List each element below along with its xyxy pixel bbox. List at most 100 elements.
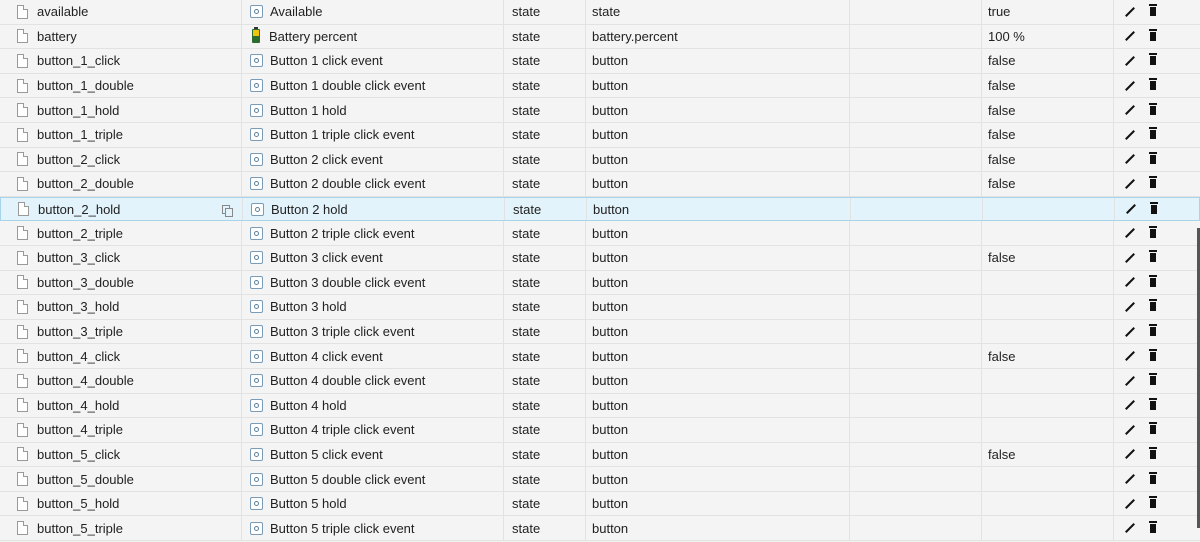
object-value-cell[interactable]: false: [982, 98, 1114, 122]
table-row[interactable]: battery Battery percent state battery.pe…: [0, 24, 1200, 50]
trash-icon[interactable]: [1149, 151, 1157, 164]
edit-icon[interactable]: [1125, 499, 1135, 509]
trash-icon[interactable]: [1149, 53, 1157, 66]
empty-cell: [850, 122, 982, 147]
object-value-cell[interactable]: [982, 221, 1114, 245]
trash-icon[interactable]: [1149, 299, 1157, 312]
table-row[interactable]: button_1_hold Button 1 hold state button…: [0, 98, 1200, 123]
trash-icon[interactable]: [1149, 4, 1157, 17]
object-value-cell[interactable]: [982, 393, 1114, 418]
trash-icon[interactable]: [1149, 127, 1157, 140]
trash-icon[interactable]: [1149, 348, 1157, 361]
object-value-cell[interactable]: [982, 295, 1114, 319]
edit-icon[interactable]: [1125, 351, 1135, 361]
edit-icon[interactable]: [1125, 31, 1135, 41]
object-value-cell[interactable]: [982, 491, 1114, 516]
edit-icon[interactable]: [1125, 179, 1135, 189]
table-row[interactable]: button_1_click Button 1 click event stat…: [0, 49, 1200, 74]
object-type: state: [512, 397, 541, 413]
edit-icon[interactable]: [1126, 204, 1136, 214]
trash-icon[interactable]: [1149, 28, 1157, 41]
object-role: button: [592, 225, 629, 241]
object-value-cell[interactable]: true: [982, 0, 1114, 24]
object-value-cell[interactable]: false: [982, 73, 1114, 98]
trash-icon[interactable]: [1149, 520, 1157, 533]
object-type-cell: state: [504, 73, 586, 98]
object-role: button: [592, 250, 629, 266]
table-row[interactable]: button_4_hold Button 4 hold state button: [0, 393, 1200, 419]
trash-icon[interactable]: [1149, 422, 1157, 435]
object-value-cell[interactable]: [982, 516, 1114, 541]
edit-icon[interactable]: [1125, 228, 1135, 238]
table-row[interactable]: button_5_hold Button 5 hold state button: [0, 491, 1200, 517]
object-value-cell[interactable]: 100 %: [982, 24, 1114, 49]
edit-icon[interactable]: [1125, 7, 1135, 17]
object-value-cell[interactable]: [983, 197, 1115, 221]
edit-icon[interactable]: [1125, 130, 1135, 140]
trash-icon[interactable]: [1149, 496, 1157, 509]
object-value-cell[interactable]: false: [982, 442, 1114, 467]
copy-icon[interactable]: [222, 204, 233, 217]
edit-icon[interactable]: [1125, 81, 1135, 91]
trash-icon[interactable]: [1149, 324, 1157, 337]
object-value-cell[interactable]: false: [982, 122, 1114, 147]
object-value-cell[interactable]: false: [982, 49, 1114, 73]
edit-icon[interactable]: [1125, 449, 1135, 459]
object-value-cell[interactable]: [982, 467, 1114, 491]
trash-icon[interactable]: [1149, 250, 1157, 263]
object-value-cell[interactable]: [982, 270, 1114, 295]
edit-icon[interactable]: [1125, 154, 1135, 164]
edit-icon[interactable]: [1125, 277, 1135, 287]
object-role-cell: button: [586, 172, 850, 196]
table-row[interactable]: button_3_triple Button 3 triple click ev…: [0, 319, 1200, 345]
table-row[interactable]: button_4_click Button 4 click event stat…: [0, 344, 1200, 369]
table-row[interactable]: button_2_triple Button 2 triple click ev…: [0, 221, 1200, 246]
table-row[interactable]: button_5_triple Button 5 triple click ev…: [0, 516, 1200, 542]
edit-icon[interactable]: [1125, 105, 1135, 115]
edit-icon[interactable]: [1125, 425, 1135, 435]
object-value-cell[interactable]: false: [982, 147, 1114, 172]
table-row[interactable]: button_2_hold Button 2 hold state button: [0, 196, 1200, 222]
table-row[interactable]: button_3_hold Button 3 hold state button: [0, 295, 1200, 320]
edit-icon[interactable]: [1125, 327, 1135, 337]
object-id-cell: button_5_triple: [0, 516, 242, 541]
object-name: Button 4 double click event: [270, 373, 426, 389]
trash-icon[interactable]: [1149, 274, 1157, 287]
trash-icon[interactable]: [1149, 225, 1157, 238]
table-row[interactable]: button_5_click Button 5 click event stat…: [0, 442, 1200, 468]
table-row[interactable]: button_3_click Button 3 click event stat…: [0, 245, 1200, 271]
table-row[interactable]: button_2_double Button 2 double click ev…: [0, 172, 1200, 197]
object-value-cell[interactable]: [982, 319, 1114, 344]
object-value-cell[interactable]: [982, 418, 1114, 442]
edit-icon[interactable]: [1125, 376, 1135, 386]
edit-icon[interactable]: [1125, 253, 1135, 263]
table-row[interactable]: button_4_triple Button 4 triple click ev…: [0, 418, 1200, 443]
table-row[interactable]: button_1_triple Button 1 triple click ev…: [0, 122, 1200, 148]
edit-icon[interactable]: [1125, 302, 1135, 312]
trash-icon[interactable]: [1149, 397, 1157, 410]
table-row[interactable]: button_1_double Button 1 double click ev…: [0, 73, 1200, 99]
object-value-cell[interactable]: false: [982, 245, 1114, 270]
edit-icon[interactable]: [1125, 400, 1135, 410]
object-value-cell[interactable]: false: [982, 172, 1114, 196]
edit-icon[interactable]: [1125, 474, 1135, 484]
file-icon: [17, 496, 28, 511]
object-value-cell[interactable]: false: [982, 344, 1114, 368]
table-row[interactable]: button_3_double Button 3 double click ev…: [0, 270, 1200, 296]
trash-icon[interactable]: [1149, 471, 1157, 484]
trash-icon[interactable]: [1150, 201, 1158, 214]
table-row[interactable]: button_2_click Button 2 click event stat…: [0, 147, 1200, 173]
object-role-cell: button: [586, 122, 850, 147]
trash-icon[interactable]: [1149, 446, 1157, 459]
trash-icon[interactable]: [1149, 176, 1157, 189]
edit-icon[interactable]: [1125, 523, 1135, 533]
table-row[interactable]: button_5_double Button 5 double click ev…: [0, 467, 1200, 492]
trash-icon[interactable]: [1149, 102, 1157, 115]
object-role-cell: battery.percent: [586, 24, 850, 49]
table-row[interactable]: available Available state state true: [0, 0, 1200, 25]
table-row[interactable]: button_4_double Button 4 double click ev…: [0, 368, 1200, 394]
trash-icon[interactable]: [1149, 78, 1157, 91]
object-value-cell[interactable]: [982, 368, 1114, 393]
trash-icon[interactable]: [1149, 373, 1157, 386]
edit-icon[interactable]: [1125, 56, 1135, 66]
